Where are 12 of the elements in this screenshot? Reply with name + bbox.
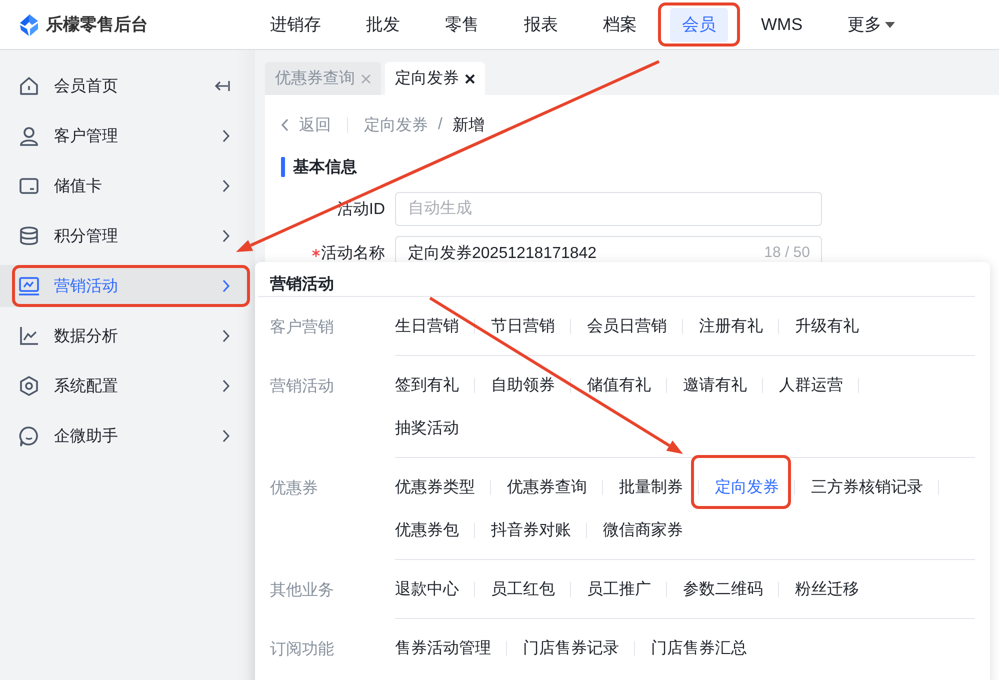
menu-group-label: 其他业务: [269, 580, 335, 601]
menu-group-label: 营销活动: [269, 376, 335, 397]
menu-group-label: 优惠券: [269, 478, 319, 499]
menu-title: 营销活动: [258, 262, 975, 297]
character-counter: 18 / 50: [764, 244, 810, 261]
section-title: 基本信息: [293, 158, 357, 178]
menu-group-label: 订阅功能: [269, 640, 335, 660]
app-title: 乐檬零售后台: [46, 14, 148, 36]
menu-group-label: 客户营销: [269, 318, 335, 338]
field-label: 活动名称: [321, 244, 385, 264]
breadcrumb-item: 新增: [452, 116, 484, 136]
breadcrumb-separator: /: [438, 116, 442, 134]
